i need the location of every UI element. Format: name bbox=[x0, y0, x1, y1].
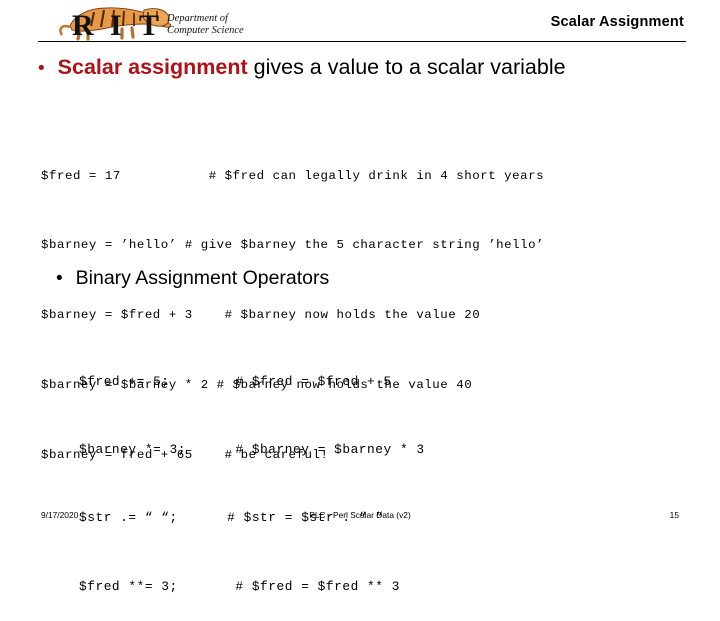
header-divider bbox=[38, 41, 686, 42]
page-title: Scalar Assignment bbox=[550, 14, 684, 30]
bullet-item-scalar-assignment: • Scalar assignment gives a value to a s… bbox=[38, 55, 566, 80]
code-block-binary-operators: $fred += 5; # $fred = $fred + 5 $barney … bbox=[79, 325, 425, 621]
svg-text:I: I bbox=[110, 9, 122, 42]
bullet-dot-icon: • bbox=[38, 58, 45, 79]
bullet-emphasis-text: Scalar assignment bbox=[57, 55, 248, 79]
bullet-item-binary-operators: • Binary Assignment Operators bbox=[56, 267, 329, 290]
rit-logo-icon: R I T Department of Computer Science bbox=[59, 7, 244, 42]
rit-logo-block: R I T Department of Computer Science bbox=[36, 2, 326, 42]
svg-text:R: R bbox=[72, 9, 94, 42]
slide-footer: 9/17/2020 PLC - Perl Scalar Data (v2) 15 bbox=[0, 510, 720, 530]
svg-text:T: T bbox=[139, 9, 159, 42]
bullet-dot-icon: • bbox=[56, 268, 63, 289]
footer-deck-title: PLC - Perl Scalar Data (v2) bbox=[309, 510, 411, 520]
code-line: $fred **= 3; # $fred = $fred ** 3 bbox=[79, 578, 400, 594]
code-line: $barney = ’hello’ # give $barney the 5 c… bbox=[41, 238, 545, 253]
bullet-item-label: Scalar assignment gives a value to a sca… bbox=[58, 55, 566, 80]
code-line: $barney *= 3; # $barney = $barney * 3 bbox=[79, 441, 425, 457]
bullet-rest-text: gives a value to a scalar variable bbox=[247, 55, 566, 79]
code-line: $fred += 5; # $fred = $fred + 5 bbox=[79, 373, 392, 389]
dept-line-1: Department of bbox=[166, 13, 230, 24]
code-line: $fred = 17 # $fred can legally drink in … bbox=[41, 168, 545, 183]
bullet-item-label: Binary Assignment Operators bbox=[75, 267, 330, 289]
footer-page-number: 15 bbox=[669, 510, 679, 520]
dept-line-2: Computer Science bbox=[167, 25, 244, 36]
slide-header: R I T Department of Computer Science Sca… bbox=[0, 0, 720, 46]
